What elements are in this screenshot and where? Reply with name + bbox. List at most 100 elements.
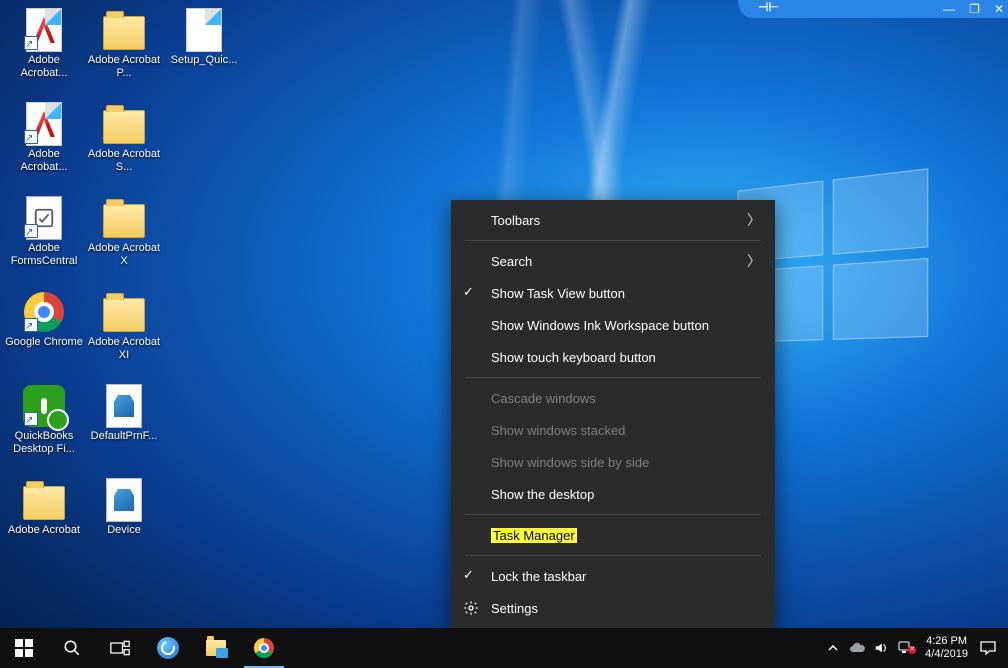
menu-item-show-touch-kb[interactable]: Show touch keyboard button (451, 341, 775, 373)
internet-explorer-icon (157, 637, 179, 659)
desktop-icon-adobe-acrobat-3[interactable]: Adobe Acrobat (4, 474, 84, 568)
adobe-acrobat-p-icon (102, 8, 146, 52)
file-explorer-icon (206, 640, 226, 656)
taskbar[interactable]: ✕ 4:26 PM 4/4/2019 (0, 628, 1008, 668)
vm-pin-icon[interactable]: ⊣⊢ (758, 1, 779, 13)
desktop-icon-quickbooks-desktop-fi[interactable]: QuickBooks Desktop Fi... (4, 380, 84, 474)
tray-network-icon[interactable]: ✕ (893, 641, 917, 655)
desktop-icon-google-chrome[interactable]: Google Chrome (4, 286, 84, 380)
desktop-icon-label: Adobe Acrobat (8, 524, 80, 537)
adobe-acrobat-xi-icon (102, 290, 146, 334)
desktop-icon-label: Adobe Acrobat P... (84, 54, 164, 80)
tray-time: 4:26 PM (925, 635, 968, 648)
chevron-right-icon: 〉 (747, 251, 761, 271)
desktop-icon-label: Adobe Acrobat XI (84, 336, 164, 362)
menu-item-sidebyside: Show windows side by side (451, 446, 775, 478)
system-tray[interactable]: ✕ 4:26 PM 4/4/2019 (821, 628, 1008, 668)
menu-item-show-task-view[interactable]: ✓ Show Task View button (451, 277, 775, 309)
search-icon (63, 639, 81, 657)
menu-item-settings[interactable]: Settings (451, 592, 775, 624)
desktop-icon-adobe-acrobat-p[interactable]: Adobe Acrobat P... (84, 4, 164, 98)
taskbar-app-file-explorer[interactable] (192, 628, 240, 668)
menu-item-label: Task Manager (491, 528, 577, 543)
adobe-acrobat-3-icon (22, 478, 66, 522)
desktop-icon-setup-quic[interactable]: Setup_Quic... (164, 4, 244, 98)
desktop-icon-label: Adobe Acrobat... (4, 54, 84, 80)
task-view-icon (110, 640, 130, 656)
menu-item-show-ink[interactable]: Show Windows Ink Workspace button (451, 309, 775, 341)
vm-minimize-button[interactable]: — (943, 3, 955, 15)
taskbar-app-internet-explorer[interactable] (144, 628, 192, 668)
check-icon: ✓ (463, 284, 474, 300)
action-center-button[interactable] (976, 641, 1000, 655)
menu-item-cascade: Cascade windows (451, 382, 775, 414)
desktop[interactable]: ⊣⊢ — ❐ ✕ Adobe Acrobat...Adobe Acrobat P… (0, 0, 1008, 668)
desktop-icons-grid: Adobe Acrobat...Adobe Acrobat P...Setup_… (4, 4, 244, 568)
search-button[interactable] (48, 628, 96, 668)
adobe-acrobat-2-icon (22, 102, 66, 146)
menu-item-label: Search (491, 254, 532, 269)
menu-item-label: Cascade windows (491, 391, 596, 406)
tray-onedrive-icon[interactable] (845, 642, 869, 654)
desktop-icon-device[interactable]: Device (84, 474, 164, 568)
desktop-icon-adobe-acrobat-s[interactable]: Adobe Acrobat S... (84, 98, 164, 192)
desktop-icon-adobe-acrobat-xi[interactable]: Adobe Acrobat XI (84, 286, 164, 380)
desktop-icon-adobe-acrobat-2[interactable]: Adobe Acrobat... (4, 98, 84, 192)
device-icon (102, 478, 146, 522)
tray-volume-icon[interactable] (869, 641, 893, 655)
menu-item-label: Settings (491, 601, 538, 616)
google-chrome-icon (22, 290, 66, 334)
quickbooks-desktop-fi-icon (22, 384, 66, 428)
taskbar-apps (144, 628, 288, 668)
menu-item-label: Toolbars (491, 213, 540, 228)
adobe-acrobat-x-icon (102, 196, 146, 240)
menu-item-label: Show the desktop (491, 487, 594, 502)
menu-item-show-desktop[interactable]: Show the desktop (451, 478, 775, 510)
taskbar-app-google-chrome[interactable] (240, 628, 288, 668)
tray-chevron-up-icon[interactable] (821, 642, 845, 654)
desktop-icon-adobe-acrobat[interactable]: Adobe Acrobat... (4, 4, 84, 98)
menu-item-search[interactable]: Search 〉 (451, 245, 775, 277)
menu-item-label: Show windows side by side (491, 455, 649, 470)
menu-item-label: Show windows stacked (491, 423, 625, 438)
vm-titlebar: ⊣⊢ — ❐ ✕ (738, 0, 1008, 18)
vm-close-button[interactable]: ✕ (994, 3, 1004, 15)
google-chrome-icon (254, 638, 274, 658)
tray-date: 4/4/2019 (925, 648, 968, 661)
desktop-icon-label: Device (107, 524, 141, 537)
desktop-icon-label: Adobe Acrobat S... (84, 148, 164, 174)
desktop-icon-label: Adobe Acrobat X (84, 242, 164, 268)
menu-item-label: Show Windows Ink Workspace button (491, 318, 709, 333)
chevron-right-icon: 〉 (747, 210, 761, 230)
desktop-icon-defaultprnf[interactable]: DefaultPrnF... (84, 380, 164, 474)
taskbar-context-menu: Toolbars 〉 Search 〉 ✓ Show Task View button Sh… (451, 200, 775, 628)
menu-item-label: Show touch keyboard button (491, 350, 656, 365)
vm-maximize-button[interactable]: ❐ (969, 3, 980, 15)
cloud-icon (849, 642, 865, 654)
desktop-icon-label: Setup_Quic... (171, 54, 238, 67)
desktop-icon-label: QuickBooks Desktop Fi... (4, 430, 84, 456)
menu-item-stacked: Show windows stacked (451, 414, 775, 446)
desktop-icon-adobe-acrobat-x[interactable]: Adobe Acrobat X (84, 192, 164, 286)
setup-quic-icon (182, 8, 226, 52)
gear-icon (463, 600, 479, 619)
check-icon: ✓ (463, 567, 474, 583)
windows-logo-icon (15, 639, 33, 657)
adobe-acrobat-icon (22, 8, 66, 52)
menu-item-lock-taskbar[interactable]: ✓ Lock the taskbar (451, 560, 775, 592)
desktop-icon-label: Google Chrome (5, 336, 83, 349)
desktop-icon-label: Adobe Acrobat... (4, 148, 84, 174)
task-view-button[interactable] (96, 628, 144, 668)
adobe-formscentral-icon (22, 196, 66, 240)
menu-item-toolbars[interactable]: Toolbars 〉 (451, 204, 775, 236)
desktop-icon-adobe-formscentral[interactable]: Adobe FormsCentral (4, 192, 84, 286)
desktop-icon-label: DefaultPrnF... (91, 430, 158, 443)
desktop-icon-label: Adobe FormsCentral (4, 242, 84, 268)
start-button[interactable] (0, 628, 48, 668)
menu-item-label: Lock the taskbar (491, 569, 586, 584)
tray-clock[interactable]: 4:26 PM 4/4/2019 (917, 635, 976, 661)
adobe-acrobat-s-icon (102, 102, 146, 146)
defaultprnf-icon (102, 384, 146, 428)
menu-item-task-manager[interactable]: Task Manager (451, 519, 775, 551)
menu-item-label: Show Task View button (491, 286, 625, 301)
